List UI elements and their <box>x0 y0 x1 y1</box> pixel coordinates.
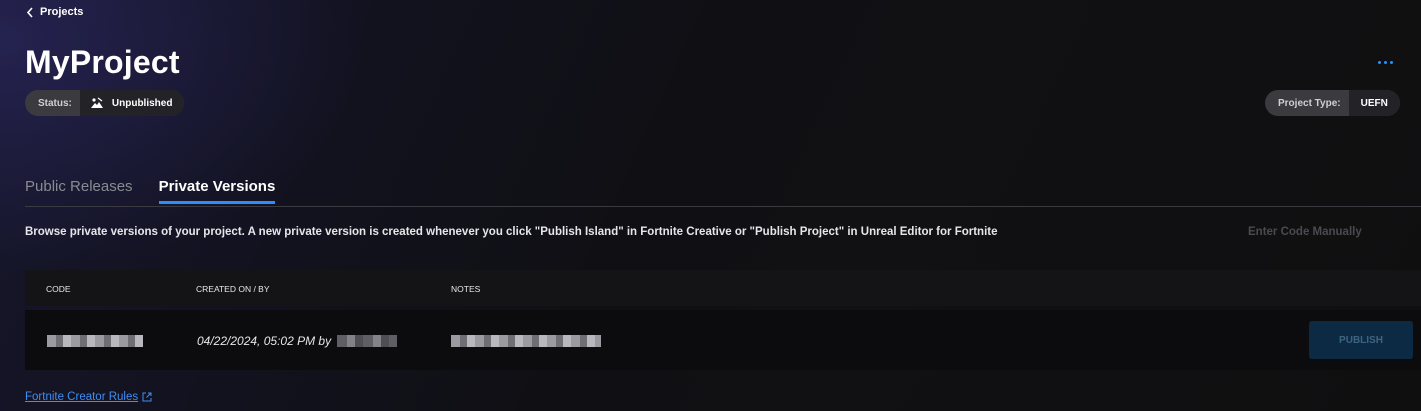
more-horizontal-icon <box>1377 60 1381 64</box>
private-versions-description: Browse private versions of your project.… <box>25 226 998 238</box>
column-notes: NOTES <box>451 284 481 294</box>
project-page: Projects MyProject Status: Unpublished P… <box>0 0 1421 411</box>
table-header: CODE CREATED ON / BY NOTES <box>25 270 1421 306</box>
rules-link-label: Fortnite Creator Rules <box>25 391 139 403</box>
back-to-projects-link[interactable]: Projects <box>26 6 83 18</box>
tab-public-releases[interactable]: Public Releases <box>25 178 133 204</box>
redacted-notes <box>451 335 601 347</box>
more-options-button[interactable] <box>1372 52 1398 72</box>
version-tabs: Public Releases Private Versions <box>25 178 276 204</box>
project-type-label: Project Type: <box>1278 97 1341 109</box>
page-title: MyProject <box>25 44 180 80</box>
redacted-creator <box>337 335 397 347</box>
status-badge: Status: Unpublished <box>25 90 185 116</box>
external-link-icon <box>142 392 152 402</box>
chevron-left-icon <box>26 6 33 18</box>
status-label: Status: <box>38 97 72 109</box>
back-link-label: Projects <box>40 6 84 18</box>
project-type-value: UEFN <box>1348 90 1400 116</box>
column-created: CREATED ON / BY <box>196 284 270 294</box>
redacted-code <box>47 335 143 347</box>
enter-code-manually-button[interactable]: Enter Code Manually <box>1248 226 1362 238</box>
created-on-by: 04/22/2024, 05:02 PM by <box>197 334 332 348</box>
publish-button[interactable]: PUBLISH <box>1309 321 1413 359</box>
status-value: Unpublished <box>111 97 173 109</box>
project-type-badge: Project Type: UEFN <box>1265 90 1400 116</box>
fortnite-creator-rules-link[interactable]: Fortnite Creator Rules <box>25 391 152 403</box>
tab-private-versions[interactable]: Private Versions <box>158 178 276 204</box>
table-row: 04/22/2024, 05:02 PM by PUBLISH <box>25 310 1421 370</box>
tabs-divider <box>25 206 1421 207</box>
unpublished-icon <box>90 97 103 108</box>
column-code: CODE <box>46 284 71 294</box>
